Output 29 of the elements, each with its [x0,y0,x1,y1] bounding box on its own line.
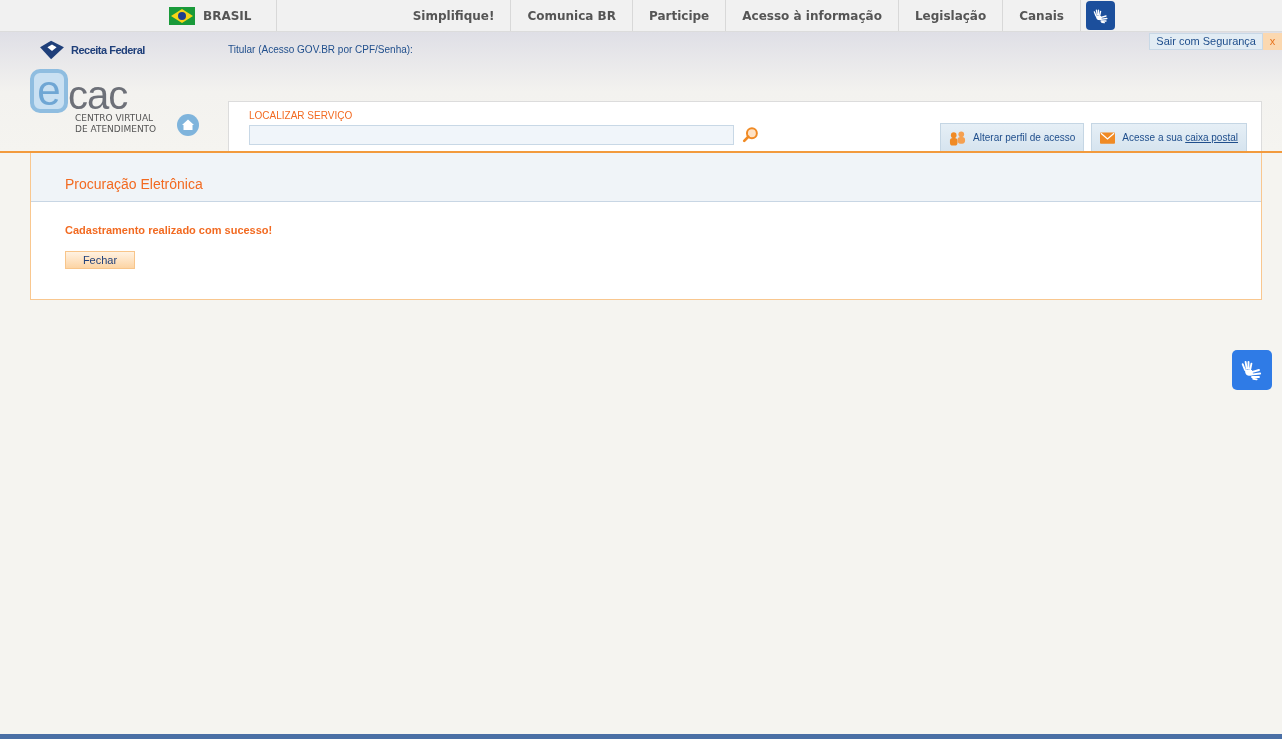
sign-language-button[interactable] [1232,350,1272,390]
action-text: Acesse a sua caixa postal [1122,131,1238,145]
search-field[interactable] [249,125,734,145]
action-text: Alterar perfil de acesso [973,131,1076,145]
close-panel-button[interactable]: Fechar [65,250,135,269]
envelope-icon [1100,131,1116,144]
home-icon[interactable] [176,113,201,137]
nav-link[interactable]: Participe [632,0,727,31]
flag-icon [169,6,195,25]
nav-link[interactable]: Comunica BR [511,0,633,31]
success-message: Cadastramento realizado com sucesso! [65,223,273,238]
logo-tagline: CENTRO VIRTUAL DE ATENDIMENTO [75,113,157,135]
nav-link[interactable]: Canais [1003,0,1081,31]
logout-button[interactable]: Sair com Segurança [1149,33,1263,50]
logo-word: cac [68,77,128,113]
search-icon[interactable] [742,126,760,144]
nav-link[interactable]: Acesso à informação [726,0,899,31]
mailbox-link[interactable]: caixa postal [1185,132,1238,143]
search-label: LOCALIZAR SERVIÇO [249,109,354,123]
mailbox-button[interactable]: Acesse a sua caixa postal [1091,123,1247,151]
profile-button[interactable]: Alterar perfil de acesso [940,123,1085,151]
people-icon [949,129,967,146]
panel-title: Procuração Eletrônica [65,175,203,194]
logo-letter: e [30,69,68,113]
agency-logo-icon [37,39,67,61]
agency-name: Receita Federal [71,42,145,58]
nav-link[interactable]: Simplifique! [396,0,512,31]
country-label: BRASIL [203,7,252,25]
nav-link[interactable]: Legislação [898,0,1004,31]
